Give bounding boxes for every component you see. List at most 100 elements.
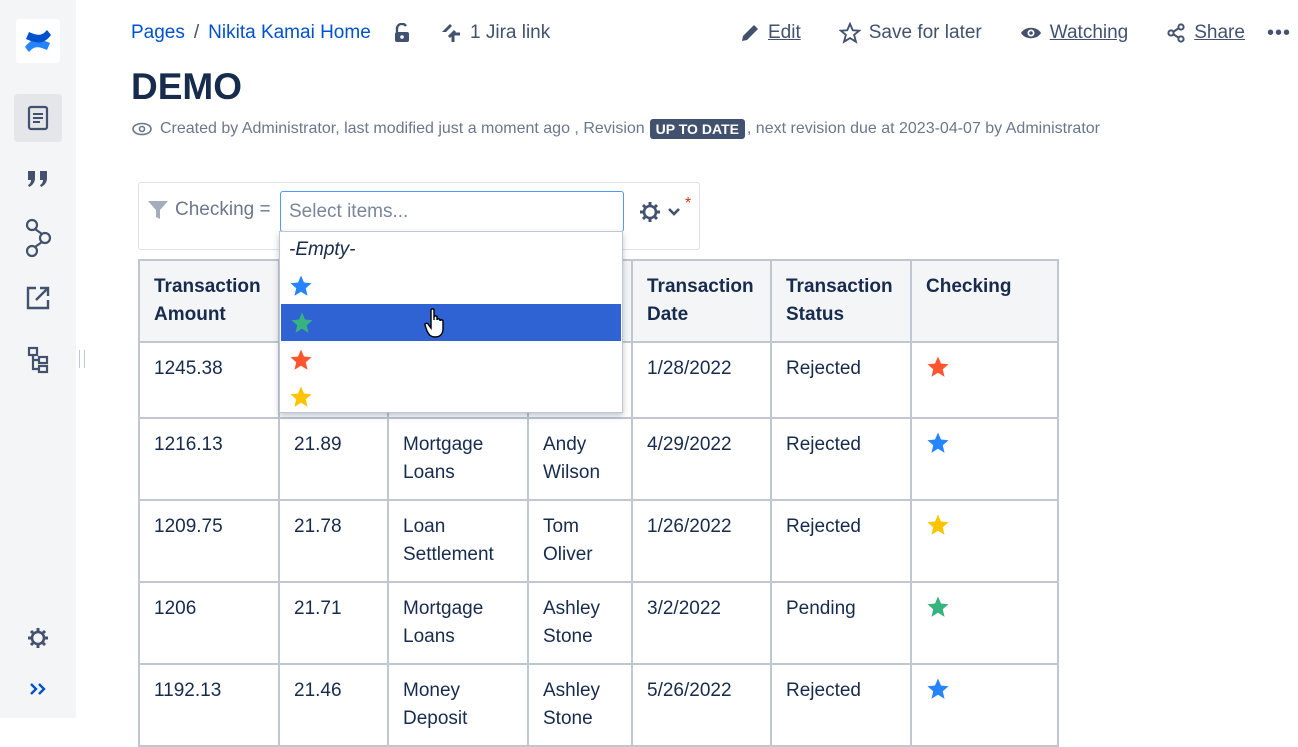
blue-star-icon	[290, 275, 312, 296]
page-icon[interactable]	[14, 94, 62, 142]
yellow-star-icon	[290, 386, 312, 407]
jira-icon	[442, 24, 460, 42]
eye-icon	[1020, 27, 1041, 39]
cell-type: Mortgage Loans	[387, 417, 529, 501]
pencil-icon	[742, 25, 758, 41]
next-revision-text: , next revision due at 2023-04-07 by Adm…	[746, 120, 1100, 137]
breadcrumb-home-link[interactable]: Nikita Kamai Home	[208, 22, 371, 44]
star-icon	[927, 596, 949, 617]
graph-icon[interactable]	[14, 214, 62, 262]
cell-checking	[910, 581, 1059, 665]
document-status-icon	[132, 122, 152, 136]
created-by-text: Created by Administrator, last modified …	[160, 120, 645, 137]
breadcrumb: Pages / Nikita Kamai Home	[131, 22, 411, 44]
star-outline-icon	[838, 22, 861, 44]
left-sidebar	[0, 0, 76, 718]
cell-fee: 21.78	[278, 499, 389, 583]
save-for-later-label: Save for later	[868, 22, 982, 43]
cell-amount: 1192.13	[138, 663, 280, 747]
cell-date: 3/2/2022	[631, 581, 772, 665]
cell-date: 4/29/2022	[631, 417, 772, 501]
cell-date: 1/28/2022	[631, 341, 772, 419]
cell-type: Mortgage Loans	[387, 581, 529, 665]
status-badge: UP TO DATE	[649, 119, 745, 139]
cell-status: Rejected	[770, 499, 912, 583]
cell-type: Loan Settlement	[387, 499, 529, 583]
table-row: 1206 21.71 Mortgage Loans Ashley Stone 3/2/2…	[138, 581, 1059, 665]
cell-amount: 1216.13	[138, 417, 280, 501]
cell-amount: 1209.75	[138, 499, 280, 583]
cell-checking	[910, 341, 1059, 419]
page-metadata: Created by Administrator, last modified …	[131, 119, 1100, 139]
star-icon	[927, 432, 949, 453]
required-mark: *	[685, 195, 692, 212]
share-button[interactable]: Share	[1166, 22, 1245, 44]
cell-status: Pending	[770, 581, 912, 665]
page-title: DEMO	[131, 66, 242, 107]
edit-button[interactable]: Edit	[740, 22, 801, 44]
cell-status: Rejected	[770, 417, 912, 501]
header-transaction-amount[interactable]: Transaction Amount	[138, 259, 280, 343]
dropdown-option-yellow-star[interactable]	[280, 378, 622, 415]
jira-link-label: 1 Jira link	[470, 22, 551, 43]
filter-settings-button[interactable]: *	[639, 195, 691, 223]
dropdown-option-red-star[interactable]	[280, 341, 622, 378]
breadcrumb-separator: /	[193, 22, 200, 43]
quote-icon[interactable]	[14, 154, 62, 202]
share-label: Share	[1194, 22, 1245, 43]
external-link-icon[interactable]	[14, 274, 62, 322]
sidebar-resize-handle[interactable]	[79, 350, 85, 368]
cell-checking	[910, 663, 1059, 747]
header-transaction-date[interactable]: Transaction Date	[631, 259, 772, 343]
green-star-icon	[291, 312, 313, 333]
jira-link-button[interactable]: 1 Jira link	[440, 22, 550, 44]
header-checking[interactable]: Checking	[910, 259, 1059, 343]
gear-icon	[640, 202, 660, 222]
settings-icon[interactable]	[14, 614, 62, 662]
watching-label: Watching	[1049, 22, 1129, 43]
cell-amount: 1245.38	[138, 341, 280, 419]
save-for-later-button[interactable]: Save for later	[838, 22, 982, 44]
expand-sidebar-icon[interactable]	[14, 665, 62, 713]
cell-checking	[910, 499, 1059, 583]
hand-cursor-icon	[424, 308, 444, 338]
watching-button[interactable]: Watching	[1020, 22, 1129, 44]
cell-fee: 21.46	[278, 663, 389, 747]
breadcrumb-pages-link[interactable]: Pages	[131, 22, 185, 44]
table-row: 1209.75 21.78 Loan Settlement Tom Oliver 1/2…	[138, 499, 1059, 583]
dropdown-option-green-star[interactable]	[281, 304, 621, 341]
cell-person: Tom Oliver	[527, 499, 633, 583]
dropdown-option-blue-star[interactable]	[280, 267, 622, 304]
cell-date: 1/26/2022	[631, 499, 772, 583]
page-actions: Edit Save for later Watching Share •••	[740, 22, 1290, 44]
filter-column-name: Checking =	[175, 199, 271, 220]
chevron-down-icon	[668, 208, 680, 216]
filter-funnel-icon	[148, 201, 168, 219]
cell-person: Andy Wilson	[527, 417, 633, 501]
cell-fee: 21.71	[278, 581, 389, 665]
select-items-input[interactable]: Select items...	[280, 191, 624, 232]
cell-status: Rejected	[770, 341, 912, 419]
cell-fee: 21.89	[278, 417, 389, 501]
confluence-logo-icon[interactable]	[16, 19, 60, 63]
dropdown-option-empty[interactable]: -Empty-	[280, 232, 622, 267]
cell-checking	[910, 417, 1059, 501]
filter-label: Checking =	[147, 199, 271, 221]
share-icon	[1167, 23, 1185, 43]
unlocked-icon[interactable]	[393, 23, 411, 43]
cell-date: 5/26/2022	[631, 663, 772, 747]
cell-status: Rejected	[770, 663, 912, 747]
star-icon	[927, 678, 949, 699]
cell-amount: 1206	[138, 581, 280, 665]
cell-type: Money Deposit	[387, 663, 529, 747]
page-tree-icon[interactable]	[14, 336, 62, 384]
table-row: 1192.13 21.46 Money Deposit Ashley Stone 5/2…	[138, 663, 1059, 747]
more-actions-icon[interactable]: •••	[1267, 22, 1291, 45]
red-star-icon	[290, 349, 312, 370]
star-icon	[927, 356, 949, 377]
edit-label: Edit	[768, 22, 801, 43]
header-transaction-status[interactable]: Transaction Status	[770, 259, 912, 343]
table-row: 1216.13 21.89 Mortgage Loans Andy Wilson 4/2…	[138, 417, 1059, 501]
cell-person: Ashley Stone	[527, 581, 633, 665]
cell-person: Ashley Stone	[527, 663, 633, 747]
